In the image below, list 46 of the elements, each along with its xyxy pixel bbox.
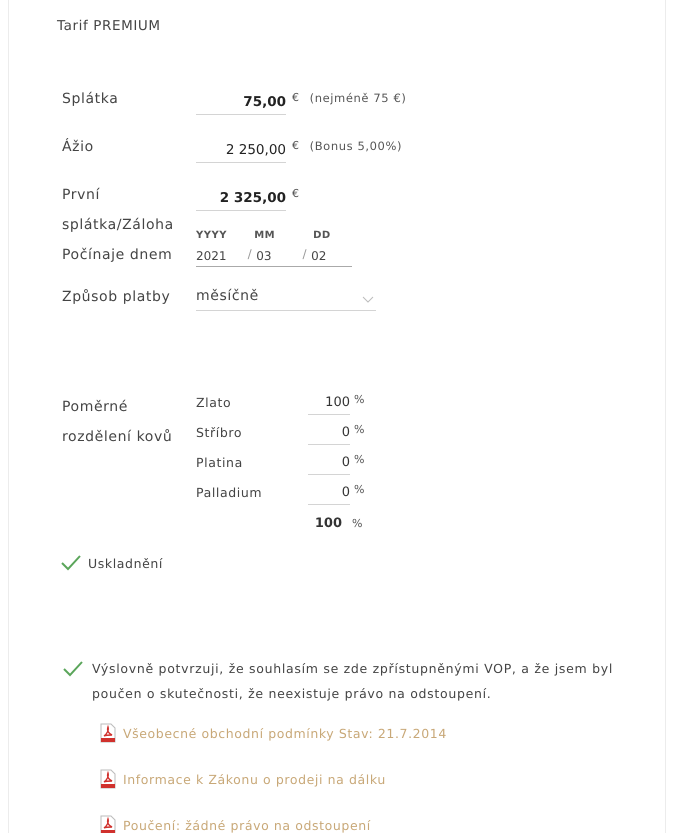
date-field[interactable]: YYYY 2021 / MM 03 / DD 02 xyxy=(196,230,352,267)
amount-field[interactable]: 75,00 xyxy=(196,90,286,115)
metal-name: Zlato xyxy=(196,394,232,412)
amount-note: (nejméně 75 €) xyxy=(310,91,406,105)
checkmark-icon[interactable] xyxy=(62,660,84,678)
date-separator: / xyxy=(248,246,254,263)
pdf-icon xyxy=(99,815,117,833)
field-label: Poměrné rozdělení kovů xyxy=(62,398,174,447)
percent-field[interactable]: 0 xyxy=(308,482,350,505)
payment-dropdown[interactable]: měsíčně xyxy=(196,282,376,311)
percent-unit: % xyxy=(353,422,366,438)
storage-label: Uskladnění xyxy=(88,556,163,570)
field-label: První splátka/Záloha xyxy=(62,186,175,235)
field-label: Způsob platby xyxy=(62,288,172,307)
percent-unit: % xyxy=(351,516,364,532)
currency-symbol: € xyxy=(292,139,300,153)
date-part-heading: DD xyxy=(313,230,331,241)
date-separator: / xyxy=(302,246,308,263)
percent-unit: % xyxy=(353,392,366,408)
metal-name: Platina xyxy=(196,454,244,472)
percent-field[interactable]: 0 xyxy=(308,452,350,475)
metal-name: Stříbro xyxy=(196,424,244,442)
consent-text: Výslovně potvrzuji, že souhlasím se zde zpřístupněnými VOP, a že jsem byl poučen o skutečnosti, že neexistuje právo na odstoupení. xyxy=(92,660,613,703)
field-label: Počínaje dnem xyxy=(62,246,174,265)
date-part-value: 2021 xyxy=(196,249,227,265)
currency-symbol: € xyxy=(292,187,300,200)
amount-field[interactable]: 2 325,00 xyxy=(196,186,286,211)
field-label: Splátka xyxy=(62,90,120,109)
percent-unit: % xyxy=(353,452,366,468)
date-part-value: 02 xyxy=(311,249,326,265)
field-label: Ážio xyxy=(62,137,95,157)
amount-field[interactable]: 2 250,00 xyxy=(196,138,286,163)
date-part-value: 03 xyxy=(256,249,272,265)
percent-field[interactable]: 100 xyxy=(308,392,350,415)
percent-unit: % xyxy=(353,482,366,498)
percent-total: 100 xyxy=(314,516,343,532)
date-part-heading: YYYY xyxy=(196,230,227,241)
tariff-title: Tarif PREMIUM xyxy=(56,17,162,36)
checkmark-icon[interactable] xyxy=(60,554,82,572)
currency-symbol: € xyxy=(292,91,300,105)
date-part-heading: MM xyxy=(254,230,276,241)
pdf-icon xyxy=(99,769,117,789)
pdf-icon xyxy=(99,723,117,743)
amount-note: (Bonus 5,00%) xyxy=(310,139,402,153)
percent-field[interactable]: 0 xyxy=(308,422,350,445)
metal-name: Palladium xyxy=(196,484,264,502)
